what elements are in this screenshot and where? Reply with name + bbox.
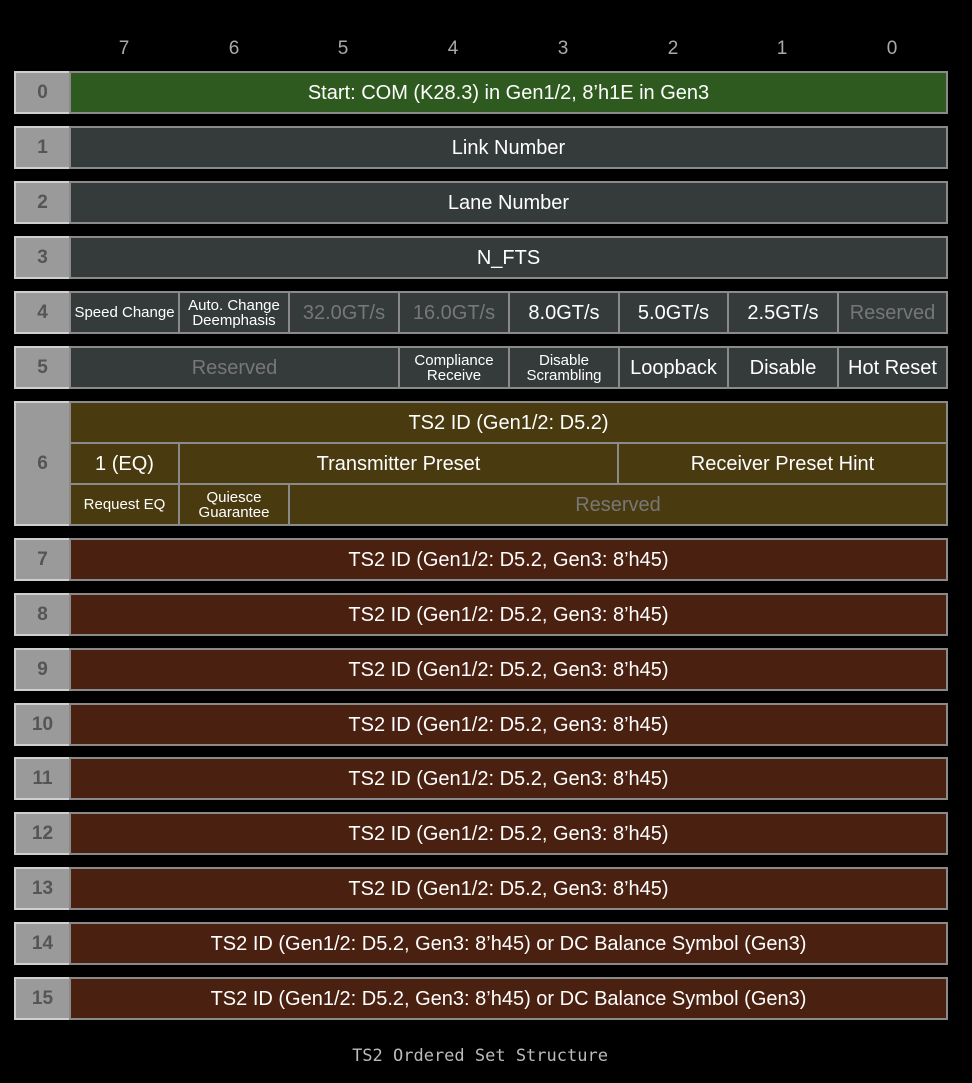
symbol-row-4: 4 Speed Change Auto. Change Deemphasis 3… (14, 291, 948, 334)
bit-label-1: 1 (776, 38, 788, 59)
loopback-field: Loopback (618, 346, 729, 389)
transmitter-preset-field: Transmitter Preset (178, 442, 619, 485)
ts2-id-field: TS2 ID (Gen1/2: D5.2, Gen3: 8’h45) (69, 593, 948, 636)
bit-label-0: 0 (886, 38, 898, 59)
symbol-index: 4 (14, 291, 71, 334)
reserved-field: Reserved (69, 346, 400, 389)
disable-field: Disable (727, 346, 839, 389)
symbol-index: 12 (14, 812, 71, 855)
symbol-index: 5 (14, 346, 71, 389)
bit-label-7: 7 (118, 38, 130, 59)
symbol-row-9: 9 TS2 ID (Gen1/2: D5.2, Gen3: 8’h45) (14, 648, 948, 691)
quiesce-guarantee-field: Quiesce Guarantee (178, 483, 290, 526)
ts2-id-field: TS2 ID (Gen1/2: D5.2, Gen3: 8’h45) (69, 867, 948, 910)
rate-8gt-field: 8.0GT/s (508, 291, 620, 334)
bit-label-2: 2 (667, 38, 679, 59)
ts2-id-field: TS2 ID (Gen1/2: D5.2, Gen3: 8’h45) (69, 648, 948, 691)
compliance-receive-field: Compliance Receive (398, 346, 510, 389)
link-number-field: Link Number (69, 126, 948, 169)
symbol-row-12: 12 TS2 ID (Gen1/2: D5.2, Gen3: 8’h45) (14, 812, 948, 855)
symbol-row-5: 5 Reserved Compliance Receive Disable Sc… (14, 346, 948, 389)
ts2-id-dc-balance-field: TS2 ID (Gen1/2: D5.2, Gen3: 8’h45) or DC… (69, 977, 948, 1020)
ts2-id-dc-balance-field: TS2 ID (Gen1/2: D5.2, Gen3: 8’h45) or DC… (69, 922, 948, 965)
bit-label-4: 4 (447, 38, 459, 59)
bit-label-3: 3 (557, 38, 569, 59)
receiver-preset-hint-field: Receiver Preset Hint (617, 442, 948, 485)
diagram-caption: TS2 Ordered Set Structure (352, 1046, 608, 1066)
symbol-row-3: 3 N_FTS (14, 236, 948, 279)
ts2-id-field: TS2 ID (Gen1/2: D5.2, Gen3: 8’h45) (69, 757, 948, 800)
symbol-row-1: 1 Link Number (14, 126, 948, 169)
symbol-row-14: 14 TS2 ID (Gen1/2: D5.2, Gen3: 8’h45) or… (14, 922, 948, 965)
ts2-id-field: TS2 ID (Gen1/2: D5.2, Gen3: 8’h45) (69, 538, 948, 581)
symbol-index: 10 (14, 703, 71, 746)
bit-label-5: 5 (337, 38, 349, 59)
symbol-index: 1 (14, 126, 71, 169)
rate-32gt-field: 32.0GT/s (288, 291, 400, 334)
symbol-row-11: 11 TS2 ID (Gen1/2: D5.2, Gen3: 8’h45) (14, 757, 948, 800)
symbol-row-8: 8 TS2 ID (Gen1/2: D5.2, Gen3: 8’h45) (14, 593, 948, 636)
speed-change-field: Speed Change (69, 291, 180, 334)
symbol-row-2: 2 Lane Number (14, 181, 948, 224)
rate-2-5gt-field: 2.5GT/s (727, 291, 839, 334)
symbol-index: 15 (14, 977, 71, 1020)
symbol-index: 2 (14, 181, 71, 224)
symbol-row-7: 7 TS2 ID (Gen1/2: D5.2, Gen3: 8’h45) (14, 538, 948, 581)
disable-scrambling-field: Disable Scrambling (508, 346, 620, 389)
symbol-index: 9 (14, 648, 71, 691)
ts2-id-field: TS2 ID (Gen1/2: D5.2, Gen3: 8’h45) (69, 703, 948, 746)
reserved-field: Reserved (288, 483, 948, 526)
hot-reset-field: Hot Reset (837, 346, 948, 389)
request-eq-field: Request EQ (69, 483, 180, 526)
rate-16gt-field: 16.0GT/s (398, 291, 510, 334)
start-field: Start: COM (K28.3) in Gen1/2, 8’h1E in G… (69, 71, 948, 114)
symbol-row-13: 13 TS2 ID (Gen1/2: D5.2, Gen3: 8’h45) (14, 867, 948, 910)
symbol-row-6: 6 TS2 ID (Gen1/2: D5.2) 1 (EQ) Transmitt… (14, 401, 948, 526)
reserved-field: Reserved (837, 291, 948, 334)
bit-label-6: 6 (228, 38, 240, 59)
symbol-row-0: 0 Start: COM (K28.3) in Gen1/2, 8’h1E in… (14, 71, 948, 114)
symbol-index: 3 (14, 236, 71, 279)
symbol-index: 11 (14, 757, 71, 800)
n-fts-field: N_FTS (69, 236, 948, 279)
lane-number-field: Lane Number (69, 181, 948, 224)
symbol-index: 8 (14, 593, 71, 636)
symbol-index: 0 (14, 71, 71, 114)
symbol-index: 14 (14, 922, 71, 965)
ts2-id-field: TS2 ID (Gen1/2: D5.2) (69, 401, 948, 444)
symbol-index: 7 (14, 538, 71, 581)
auto-change-deemphasis-field: Auto. Change Deemphasis (178, 291, 290, 334)
symbol-index: 13 (14, 867, 71, 910)
rate-5gt-field: 5.0GT/s (618, 291, 729, 334)
symbol-row-15: 15 TS2 ID (Gen1/2: D5.2, Gen3: 8’h45) or… (14, 977, 948, 1020)
symbol-row-10: 10 TS2 ID (Gen1/2: D5.2, Gen3: 8’h45) (14, 703, 948, 746)
ts2-id-field: TS2 ID (Gen1/2: D5.2, Gen3: 8’h45) (69, 812, 948, 855)
eq-field: 1 (EQ) (69, 442, 180, 485)
symbol-index: 6 (14, 401, 71, 526)
